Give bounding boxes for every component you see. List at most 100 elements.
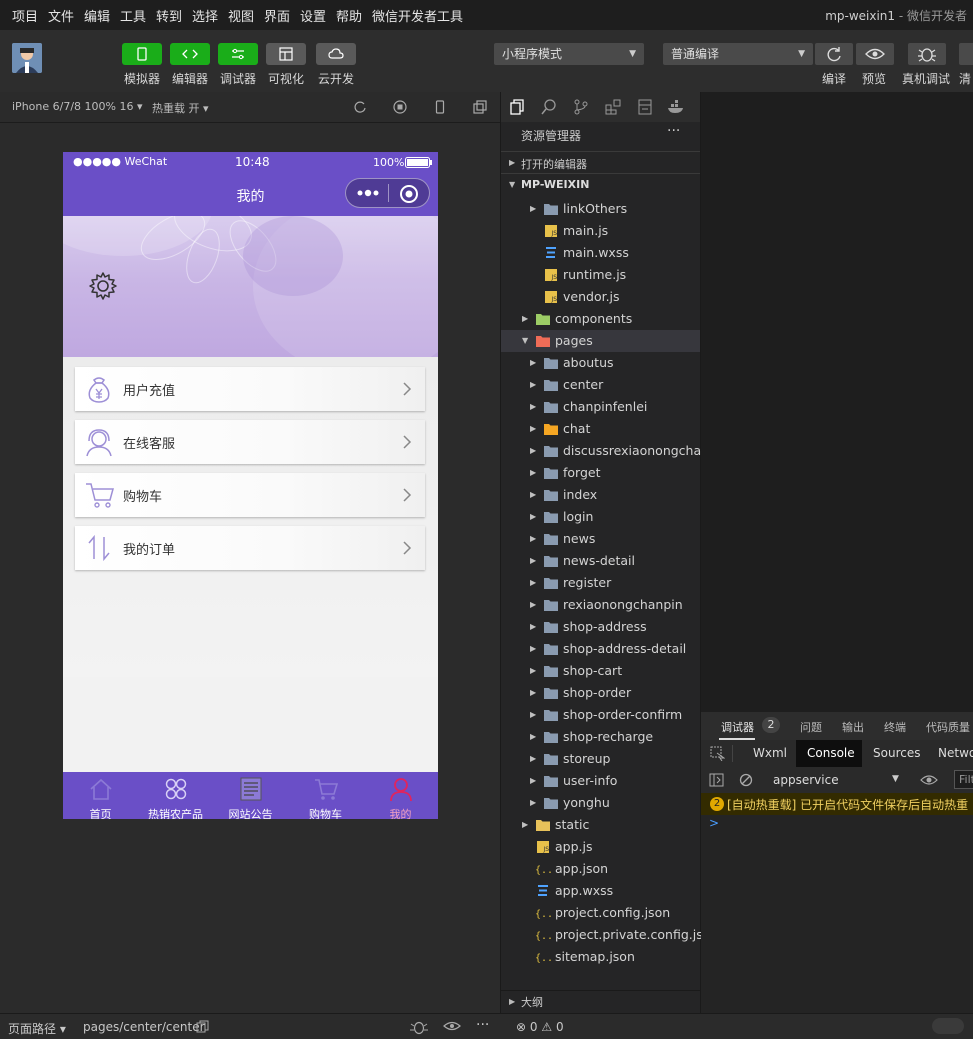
menu-file[interactable]: 文件 — [48, 6, 74, 25]
tab-code-quality[interactable]: 代码质量 — [926, 719, 970, 735]
rotate-icon[interactable] — [353, 100, 367, 114]
tree-item[interactable]: ▶ forget — [501, 462, 700, 484]
page-path-label[interactable]: 页面路径 ▾ — [8, 1020, 66, 1037]
tree-item[interactable]: ▶ shop-recharge — [501, 726, 700, 748]
tree-item[interactable]: ▶ yonghu — [501, 792, 700, 814]
tree-item[interactable]: ▶ news — [501, 528, 700, 550]
tab-output[interactable]: 输出 — [842, 719, 864, 735]
hot-reload-toggle[interactable]: 热重载 开 ▾ — [152, 100, 209, 116]
compile-button[interactable] — [815, 43, 853, 65]
menu-item-customer-service[interactable]: 在线客服 — [75, 420, 425, 464]
settings-gear-icon[interactable] — [87, 270, 119, 302]
open-editors-section[interactable]: ▶ 打开的编辑器 — [501, 151, 700, 174]
clear-console-icon[interactable] — [739, 773, 753, 787]
context-select[interactable]: appservice ▼ — [765, 770, 907, 790]
menu-item-recharge[interactable]: 用户充值 — [75, 367, 425, 411]
tree-item[interactable]: {..} sitemap.json — [501, 946, 700, 968]
tree-item[interactable]: {..} project.private.config.js... — [501, 924, 715, 946]
tab-terminal[interactable]: 终端 — [884, 719, 906, 735]
extensions-icon[interactable] — [605, 99, 621, 115]
tree-item[interactable]: ▶ discussrexiaonongcha... — [501, 440, 713, 462]
tree-item[interactable]: JS main.js — [501, 220, 700, 242]
more-icon[interactable]: ··· — [476, 1017, 489, 1033]
simulator-button[interactable] — [122, 43, 162, 65]
console-output[interactable]: > — [701, 815, 973, 1013]
storage-icon[interactable] — [637, 99, 653, 115]
docker-icon[interactable] — [667, 99, 685, 115]
stop-icon[interactable] — [393, 100, 407, 114]
tree-item[interactable]: ▶ linkOthers — [501, 198, 700, 220]
tree-item[interactable]: ▶ shop-cart — [501, 660, 700, 682]
capsule-button[interactable] — [345, 178, 430, 208]
tree-item[interactable]: main.wxss — [501, 242, 700, 264]
outline-section[interactable]: ▶ 大纲 — [501, 990, 700, 1013]
cloud-button[interactable] — [316, 43, 356, 65]
menu-select[interactable]: 选择 — [192, 6, 218, 25]
tree-item[interactable]: ▶ storeup — [501, 748, 700, 770]
error-count[interactable]: ⊗ 0 ⚠ 0 — [516, 1020, 564, 1034]
tree-item[interactable]: ▶ shop-order — [501, 682, 700, 704]
preview-button[interactable] — [856, 43, 894, 65]
tab-hot-products[interactable]: 热销农产品 — [138, 772, 213, 819]
sidebar-toggle-icon[interactable] — [709, 773, 724, 787]
menu-wechat-devtools[interactable]: 微信开发者工具 — [372, 6, 463, 25]
tree-item[interactable]: ▶ chat — [501, 418, 700, 440]
compile-select[interactable]: 普通编译 ▼ — [663, 43, 813, 65]
menu-edit[interactable]: 编辑 — [84, 6, 110, 25]
tab-problems[interactable]: 问题 — [800, 719, 822, 735]
tree-item[interactable]: ▶ components — [501, 308, 700, 330]
eye-icon[interactable] — [443, 1020, 461, 1033]
popout-icon[interactable] — [473, 100, 487, 114]
tab-wxml[interactable]: Wxml — [753, 746, 787, 760]
more-icon[interactable]: ··· — [667, 123, 680, 139]
status-toggle[interactable] — [932, 1018, 964, 1034]
tree-item[interactable]: ▼ pages — [501, 330, 700, 352]
tree-item[interactable]: ▶ index — [501, 484, 700, 506]
tree-item[interactable]: ▶ chanpinfenlei — [501, 396, 700, 418]
tab-home[interactable]: 首页 — [63, 772, 138, 819]
tree-item[interactable]: ▶ center — [501, 374, 700, 396]
device-select[interactable]: iPhone 6/7/8 100% 16 ▾ — [12, 100, 143, 113]
tab-cart[interactable]: 购物车 — [288, 772, 363, 819]
mode-select[interactable]: 小程序模式 ▼ — [494, 43, 644, 65]
tree-item[interactable]: ▶ register — [501, 572, 700, 594]
editor-button[interactable] — [170, 43, 210, 65]
tree-item[interactable]: JS vendor.js — [501, 286, 700, 308]
eye-icon[interactable] — [920, 773, 938, 787]
real-device-debug-button[interactable] — [908, 43, 946, 65]
tree-item[interactable]: {..} app.json — [501, 858, 700, 880]
tab-me[interactable]: 我的 — [363, 772, 438, 819]
tree-item[interactable]: {..} project.config.json — [501, 902, 700, 924]
copy-icon[interactable] — [196, 1020, 209, 1033]
tree-item[interactable]: JS app.js — [501, 836, 700, 858]
menu-goto[interactable]: 转到 — [156, 6, 182, 25]
filter-input[interactable]: Filt — [954, 770, 973, 789]
clear-cache-button[interactable] — [959, 43, 973, 65]
phone-icon[interactable] — [433, 100, 447, 114]
more-dots-icon[interactable] — [356, 188, 380, 198]
tree-item[interactable]: ▶ user-info — [501, 770, 700, 792]
tree-item[interactable]: ▶ login — [501, 506, 700, 528]
menu-item-orders[interactable]: 我的订单 — [75, 526, 425, 570]
menu-interface[interactable]: 界面 — [264, 6, 290, 25]
tab-debugger[interactable]: 调试器 — [721, 719, 754, 735]
source-control-icon[interactable] — [573, 99, 589, 115]
debugger-button[interactable] — [218, 43, 258, 65]
tree-item[interactable]: ▶ shop-order-confirm — [501, 704, 700, 726]
menu-item-cart[interactable]: 购物车 — [75, 473, 425, 517]
tab-console[interactable]: Console — [796, 740, 862, 767]
tab-network[interactable]: Netwo — [938, 746, 973, 760]
tree-item[interactable]: ▶ shop-address — [501, 616, 700, 638]
menu-tools[interactable]: 工具 — [120, 6, 146, 25]
tree-item[interactable]: ▶ aboutus — [501, 352, 700, 374]
menu-help[interactable]: 帮助 — [336, 6, 362, 25]
avatar[interactable] — [12, 43, 42, 73]
tab-sources[interactable]: Sources — [873, 746, 920, 760]
menu-settings[interactable]: 设置 — [300, 6, 326, 25]
menu-project[interactable]: 项目 — [12, 6, 38, 25]
close-circle-icon[interactable] — [399, 184, 419, 204]
tab-announcements[interactable]: 网站公告 — [213, 772, 288, 819]
tree-item[interactable]: JS runtime.js — [501, 264, 700, 286]
tree-item[interactable]: ▶ rexiaonongchanpin — [501, 594, 700, 616]
visual-button[interactable] — [266, 43, 306, 65]
